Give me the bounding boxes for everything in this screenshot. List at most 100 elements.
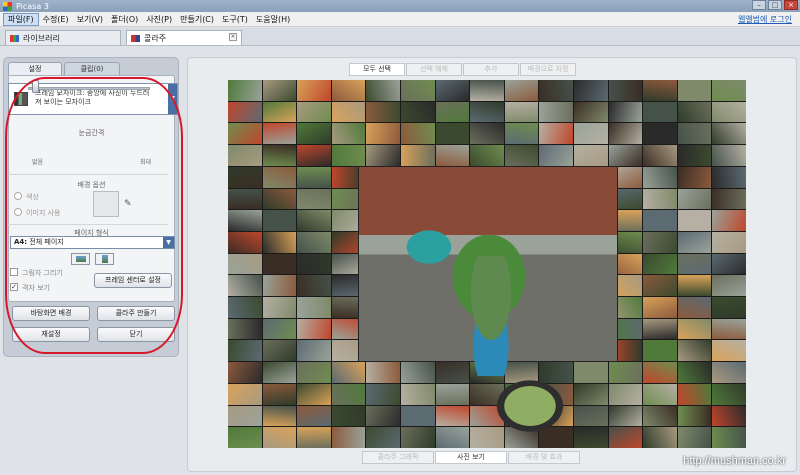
collage-thumbnail	[643, 166, 677, 188]
collage-thumbnail	[573, 383, 608, 405]
collage-thumbnail	[297, 210, 331, 231]
collage-thumbnail	[712, 231, 746, 253]
collage-thumbnail	[712, 362, 746, 383]
collage-thumbnail	[712, 123, 746, 145]
collage-thumbnail	[643, 145, 677, 166]
collage-thumbnail	[228, 275, 262, 297]
collage-thumbnail	[297, 275, 331, 297]
collage-thumbnail	[573, 101, 608, 123]
collage-graphic-tab[interactable]: 콜라주 그래픽	[362, 451, 434, 464]
tab-library-label: 라이브러리	[23, 33, 60, 43]
collage-thumbnail	[677, 210, 712, 231]
collage-thumbnail	[297, 253, 331, 275]
minimize-button[interactable]: –	[752, 0, 766, 10]
document-tab-strip: 라이브러리 콜라주 ×	[0, 28, 800, 46]
collage-thumbnail	[712, 297, 746, 318]
menu-folder[interactable]: 폴더(O)	[107, 14, 142, 25]
collage-thumbnail	[400, 101, 435, 123]
collage-thumbnail	[677, 231, 712, 253]
collage-thumbnail	[262, 275, 297, 297]
collage-thumbnail	[228, 362, 262, 383]
collage-thumbnail	[643, 210, 677, 231]
collage-thumbnail	[608, 101, 643, 123]
collage-thumbnail	[677, 297, 712, 318]
collage-icon	[131, 34, 140, 42]
collage-thumbnail	[470, 145, 504, 166]
tab-collage[interactable]: 콜라주 ×	[126, 30, 242, 45]
menu-view[interactable]: 보기(V)	[73, 14, 107, 25]
collage-canvas[interactable]	[228, 80, 746, 448]
collage-thumbnail	[712, 340, 746, 362]
collage-thumbnail	[643, 318, 677, 340]
collage-thumbnail	[400, 145, 435, 166]
collage-thumbnail	[435, 145, 470, 166]
add-button[interactable]: 추가	[463, 63, 519, 76]
collage-thumbnail	[677, 383, 712, 405]
collage-thumbnail	[643, 231, 677, 253]
tab-clips[interactable]: 클립(0)	[64, 62, 120, 75]
library-icon	[10, 34, 19, 42]
collage-thumbnail	[573, 80, 608, 101]
collage-thumbnail	[677, 145, 712, 166]
collage-thumbnail	[297, 145, 331, 166]
collage-thumbnail	[643, 253, 677, 275]
collage-thumbnail	[262, 80, 297, 101]
select-all-button[interactable]: 모두 선택	[349, 63, 405, 76]
collage-thumbnail	[297, 231, 331, 253]
collage-thumbnail	[712, 275, 746, 297]
menu-picture[interactable]: 사진(P)	[142, 14, 176, 25]
collage-thumbnail	[297, 405, 331, 427]
tab-library[interactable]: 라이브러리	[5, 30, 121, 45]
web-album-signin-link[interactable]: 웹앨범에 로그인	[738, 14, 792, 25]
collage-thumbnail	[608, 145, 643, 166]
collage-thumbnail	[712, 166, 746, 188]
collage-thumbnail	[504, 101, 539, 123]
tab-settings[interactable]: 설정	[8, 62, 62, 75]
collage-thumbnail	[262, 188, 297, 210]
selection-toolbar: 모두 선택 선택 해제 추가 배경으로 지정	[349, 63, 577, 76]
maximize-button[interactable]: □	[768, 0, 782, 10]
menu-tools[interactable]: 도구(T)	[218, 14, 252, 25]
collage-thumbnail	[677, 427, 712, 448]
menu-bar: 파일(F) 수정(E) 보기(V) 폴더(O) 사진(P) 만들기(C) 도구(…	[0, 12, 800, 27]
collage-thumbnail	[262, 383, 297, 405]
collage-thumbnail	[504, 80, 539, 101]
collage-thumbnail	[262, 405, 297, 427]
menu-file[interactable]: 파일(F)	[3, 12, 39, 26]
collage-thumbnail	[712, 253, 746, 275]
close-tab-icon[interactable]: ×	[229, 33, 237, 41]
collage-thumbnail	[677, 101, 712, 123]
menu-edit[interactable]: 수정(E)	[39, 14, 73, 25]
window-controls: – □ ×	[752, 0, 798, 10]
collage-thumbnail	[643, 362, 677, 383]
deselect-button[interactable]: 선택 해제	[406, 63, 462, 76]
menu-create[interactable]: 만들기(C)	[176, 14, 218, 25]
collage-thumbnail	[228, 145, 262, 166]
collage-thumbnail	[712, 210, 746, 231]
close-window-button[interactable]: ×	[784, 0, 798, 10]
collage-thumbnail	[435, 101, 470, 123]
set-as-background-button[interactable]: 배경으로 지정	[520, 63, 576, 76]
collage-thumbnail	[573, 405, 608, 427]
collage-thumbnail	[643, 297, 677, 318]
collage-thumbnail	[677, 253, 712, 275]
collage-thumbnail	[297, 80, 331, 101]
background-effects-tab[interactable]: 배경 및 효과	[508, 451, 580, 464]
collage-thumbnail	[643, 123, 677, 145]
collage-thumbnail	[331, 405, 366, 427]
menu-help[interactable]: 도움말(H)	[252, 14, 294, 25]
collage-thumbnail	[539, 101, 573, 123]
center-photo-basket	[490, 375, 570, 437]
photo-view-tab[interactable]: 사진 보기	[435, 451, 507, 464]
collage-thumbnail	[366, 405, 400, 427]
collage-thumbnail	[677, 340, 712, 362]
tab-collage-label: 콜라주	[144, 33, 167, 43]
window-title: Picasa 3	[16, 1, 49, 11]
collage-thumbnail	[677, 188, 712, 210]
collage-thumbnail	[331, 101, 366, 123]
collage-thumbnail	[677, 123, 712, 145]
collage-thumbnail	[539, 145, 573, 166]
collage-thumbnail	[573, 145, 608, 166]
collage-thumbnail	[262, 297, 297, 318]
collage-thumbnail	[608, 80, 643, 101]
